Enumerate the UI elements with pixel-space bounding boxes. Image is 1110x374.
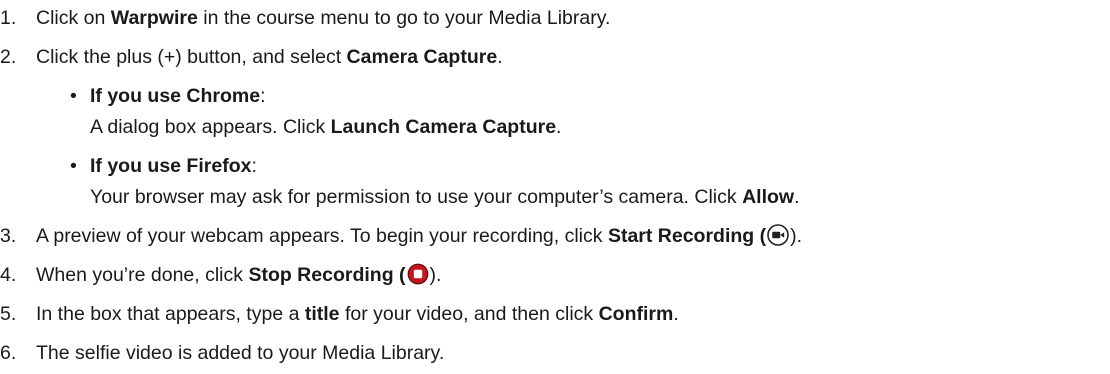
sub-detail-pre: A dialog box appears. Click — [90, 116, 331, 138]
step-bold: Start Recording — [607, 225, 755, 247]
step-text-post: . — [673, 303, 679, 325]
sub-heading-bold: If you use Firefox — [90, 155, 252, 177]
video-camera-icon — [767, 224, 789, 246]
step-number: 6. — [0, 342, 17, 364]
sub-detail-bold: Launch Camera Capture — [330, 116, 557, 138]
step-text: The selfie video is added to your Media … — [36, 342, 445, 364]
bullet: • — [70, 155, 77, 177]
step-text: In the box that appears, type a title fo… — [36, 301, 679, 327]
step-bold: Stop Recording — [248, 264, 394, 286]
step-number: 4. — [0, 264, 17, 286]
sub-detail: Your browser may ask for permission to u… — [90, 184, 799, 210]
sub-heading: If you use Chrome: — [90, 83, 266, 109]
step-text-pre: Click the plus (+) button, and select — [36, 46, 347, 68]
step-text-mid: for your video, and then click — [339, 303, 599, 325]
step-text-pre: A preview of your webcam appears. To beg… — [36, 225, 608, 247]
paren-open: ( — [754, 225, 767, 247]
paren-close: ). — [790, 225, 803, 247]
sub-heading-bold: If you use Chrome — [90, 85, 261, 107]
step-text-pre: When you’re done, click — [36, 264, 249, 286]
paren-close: ). — [429, 264, 442, 286]
step-text: A preview of your webcam appears. To beg… — [36, 223, 802, 249]
stop-record-icon — [407, 263, 428, 285]
step-text-post: in the course menu to go to your Media L… — [197, 7, 611, 29]
step-text-pre: Click on — [36, 7, 111, 29]
step-text-pre: In the box that appears, type a — [36, 303, 305, 325]
step-bold: title — [304, 303, 340, 325]
step-text: When you’re done, click Stop Recording (… — [36, 262, 441, 288]
step-number: 2. — [0, 46, 17, 68]
sub-heading-post: : — [260, 85, 266, 107]
sub-detail-post: . — [556, 116, 562, 138]
step-text: Click the plus (+) button, and select Ca… — [36, 44, 503, 70]
sub-detail-bold: Allow — [742, 186, 795, 208]
step-bold: Warpwire — [110, 7, 198, 29]
step-bold: Camera Capture — [346, 46, 498, 68]
step-text: Click on Warpwire in the course menu to … — [36, 5, 610, 31]
sub-detail-pre: Your browser may ask for permission to u… — [90, 186, 743, 208]
sub-detail-post: . — [794, 186, 800, 208]
instructions-document: 1. Click on Warpwire in the course menu … — [0, 0, 1110, 374]
paren-open: ( — [393, 264, 406, 286]
step-number: 1. — [0, 7, 17, 29]
sub-heading-post: : — [251, 155, 257, 177]
sub-detail: A dialog box appears. Click Launch Camer… — [90, 114, 561, 140]
sub-heading: If you use Firefox: — [90, 153, 257, 179]
step-number: 5. — [0, 303, 17, 325]
step-bold-2: Confirm — [598, 303, 674, 325]
step-number: 3. — [0, 225, 17, 247]
bullet: • — [70, 85, 77, 107]
step-text-post: . — [497, 46, 503, 68]
